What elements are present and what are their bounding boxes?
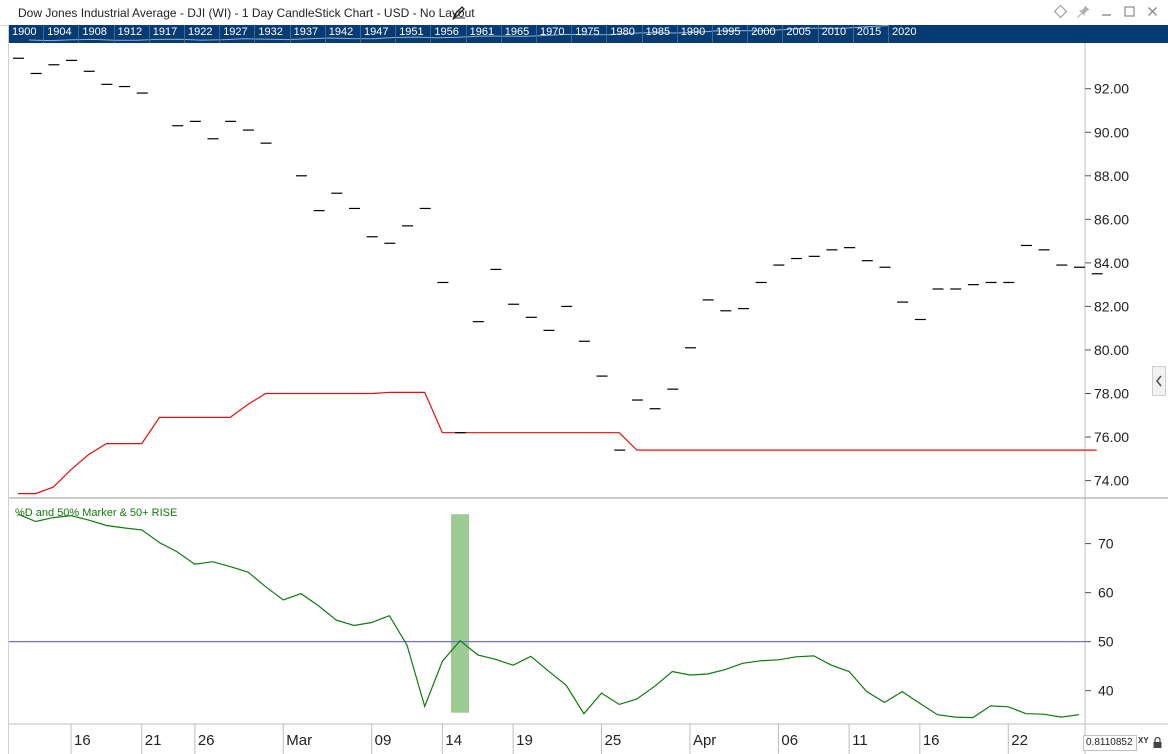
- x-tick-label: 14: [445, 732, 462, 749]
- year-separator: [254, 25, 256, 43]
- xy-toggle-button[interactable]: XY: [1138, 736, 1149, 745]
- year-link[interactable]: 1900: [12, 26, 36, 38]
- year-link[interactable]: 1904: [47, 26, 71, 38]
- year-separator: [676, 25, 678, 43]
- maximize-icon[interactable]: [1122, 4, 1137, 19]
- pin-icon[interactable]: [1076, 4, 1091, 19]
- year-separator: [536, 25, 537, 43]
- year-separator: [852, 25, 854, 43]
- indicator-tick-label: 60: [1098, 585, 1114, 601]
- indicator-tick-label: 70: [1098, 536, 1114, 552]
- year-link[interactable]: 1956: [434, 26, 458, 38]
- year-separator: [606, 25, 608, 43]
- year-separator: [219, 25, 221, 43]
- x-tick-label: 26: [198, 732, 215, 749]
- year-separator: [324, 25, 326, 43]
- x-tick-label: 21: [145, 732, 162, 749]
- year-link[interactable]: 1927: [223, 26, 247, 38]
- year-link[interactable]: 1975: [575, 26, 599, 38]
- rise-highlight-bar: [451, 514, 470, 713]
- diamond-icon[interactable]: [1053, 4, 1068, 19]
- year-link[interactable]: 1942: [329, 26, 353, 38]
- price-tick-label: 76.00: [1094, 429, 1129, 445]
- year-link[interactable]: 1995: [716, 26, 740, 38]
- year-separator: [888, 25, 889, 43]
- year-link[interactable]: 2015: [857, 26, 881, 38]
- x-tick-label: 16: [74, 732, 91, 749]
- x-tick-label: 22: [1011, 732, 1028, 749]
- year-separator: [430, 25, 432, 43]
- year-link[interactable]: 1990: [681, 26, 705, 38]
- indicator-title: %D and 50% Marker & 50+ RISE: [15, 507, 177, 519]
- year-link[interactable]: 2005: [786, 26, 810, 38]
- year-link[interactable]: 1985: [646, 26, 670, 38]
- year-separator: [43, 25, 45, 43]
- x-tick-label: 25: [605, 732, 622, 749]
- year-link[interactable]: 2020: [892, 26, 916, 38]
- year-separator: [465, 25, 467, 43]
- chart-area[interactable]: 92.00 90.00 88.00 86.00 84.00 82.00 80.00 78.00…: [0, 43, 1168, 754]
- price-tick-label: 74.00: [1094, 473, 1129, 489]
- year-separator: [148, 25, 150, 43]
- pencil-icon[interactable]: [452, 5, 466, 19]
- year-separator: [184, 25, 185, 43]
- year-link[interactable]: 1912: [118, 26, 142, 38]
- year-link[interactable]: 1951: [399, 26, 423, 38]
- year-separator: [500, 25, 502, 43]
- year-link[interactable]: 1917: [153, 26, 177, 38]
- x-tick-label: 09: [375, 732, 392, 749]
- x-tick-label: 11: [852, 732, 868, 749]
- chevron-left-icon: [1155, 375, 1162, 387]
- minimize-icon[interactable]: [1099, 4, 1114, 19]
- indicator-tick-label: 50: [1098, 634, 1114, 650]
- year-separator: [571, 25, 573, 43]
- close-icon[interactable]: [1145, 4, 1160, 19]
- year-link[interactable]: 1937: [294, 26, 318, 38]
- percent-d-line: [17, 513, 1080, 719]
- year-link[interactable]: 2010: [822, 26, 846, 38]
- year-separator: [782, 25, 784, 43]
- year-link[interactable]: 1965: [505, 26, 529, 38]
- year-link[interactable]: 1970: [540, 26, 564, 38]
- side-panel-toggle[interactable]: [1152, 366, 1166, 396]
- price-tick-label: 82.00: [1094, 298, 1129, 314]
- price-tick-label: 78.00: [1094, 386, 1129, 402]
- year-link[interactable]: 1947: [364, 26, 388, 38]
- x-tick-label: 06: [781, 732, 798, 749]
- year-separator: [360, 25, 361, 43]
- lock-icon[interactable]: [1152, 736, 1163, 749]
- chart-title: Dow Jones Industrial Average - DJI (WI) …: [18, 6, 475, 20]
- red-support-line: [18, 391, 1097, 495]
- price-tick-label: 86.00: [1094, 211, 1129, 227]
- year-separator: [712, 25, 713, 43]
- x-tick-label: 16: [923, 732, 940, 749]
- year-separator: [395, 25, 397, 43]
- year-navigator[interactable]: 1900 1904 1908 1912 1917 1922 1927 1932 1937 1942…: [9, 25, 1168, 43]
- year-link[interactable]: 1922: [188, 26, 212, 38]
- year-separator: [817, 25, 819, 43]
- indicator-tick-label: 40: [1098, 683, 1114, 699]
- price-tick-label: 80.00: [1094, 342, 1129, 358]
- year-separator: [641, 25, 643, 43]
- year-link[interactable]: 1908: [82, 26, 106, 38]
- title-bar: Dow Jones Industrial Average - DJI (WI) …: [0, 0, 1168, 26]
- x-tick-label: Mar: [286, 732, 312, 749]
- year-separator: [747, 25, 749, 43]
- year-link[interactable]: 1932: [258, 26, 282, 38]
- price-tick-label: 90.00: [1094, 124, 1129, 140]
- year-link[interactable]: 2000: [751, 26, 775, 38]
- price-tick-label: 88.00: [1094, 168, 1129, 184]
- year-link[interactable]: 1961: [470, 26, 494, 38]
- year-link[interactable]: 1980: [610, 26, 634, 38]
- x-tick-label: Apr: [693, 732, 716, 749]
- price-tick-label: 92.00: [1094, 81, 1129, 97]
- year-separator: [113, 25, 115, 43]
- x-tick-label: 19: [516, 732, 533, 749]
- price-tick-label: 84.00: [1094, 255, 1129, 271]
- year-separator: [78, 25, 80, 43]
- price-readout[interactable]: 0.8110852: [1083, 735, 1137, 751]
- year-separator: [289, 25, 291, 43]
